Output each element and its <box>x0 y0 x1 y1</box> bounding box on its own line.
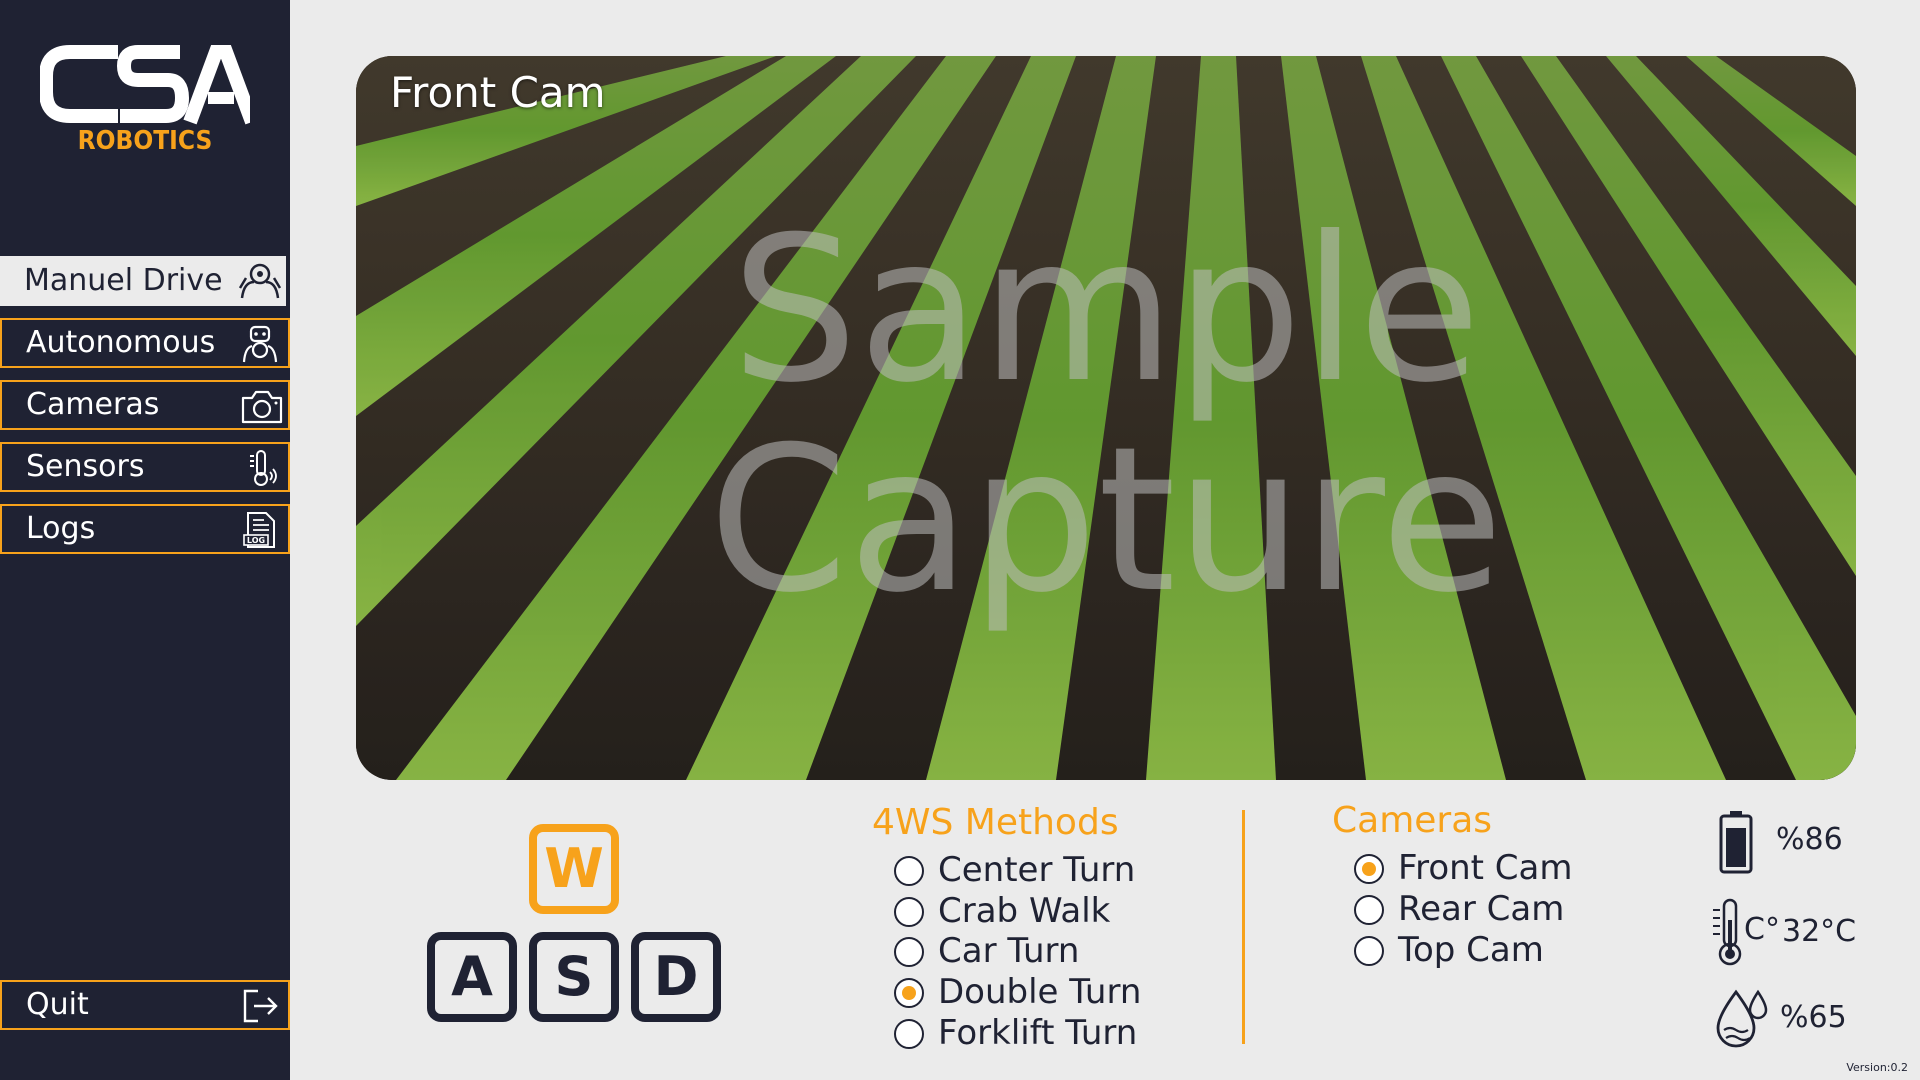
4ws-methods-title: 4WS Methods <box>872 802 1119 843</box>
camera-icon <box>240 386 283 426</box>
sidebar-item-cameras[interactable]: Cameras <box>0 380 290 430</box>
radio-label: Crab Walk <box>938 891 1111 931</box>
cameras-title: Cameras <box>1332 800 1493 841</box>
logo-mark <box>39 45 259 125</box>
robot-driver-icon <box>240 324 280 364</box>
camera-title: Front Cam <box>390 68 606 117</box>
quit-label: Quit <box>26 987 89 1022</box>
log-file-icon: LOG <box>240 510 280 550</box>
sidebar: ROBOTICS Manuel Drive Autonomous Cameras <box>0 0 290 1080</box>
radio-button[interactable] <box>1354 936 1384 966</box>
radio-button[interactable] <box>894 1019 924 1049</box>
watermark-line-1: Sample <box>731 194 1481 427</box>
humidity-icon <box>1712 988 1774 1048</box>
sidebar-item-logs[interactable]: Logs LOG <box>0 504 290 554</box>
radio-button-selected[interactable] <box>894 978 924 1008</box>
radio-label: Rear Cam <box>1398 889 1565 929</box>
sidebar-item-label: Sensors <box>26 449 145 484</box>
sidebar-item-label: Manuel Drive <box>24 263 223 298</box>
quit-button[interactable]: Quit <box>0 980 290 1030</box>
radio-label: Top Cam <box>1398 930 1544 970</box>
radio-label: Double Turn <box>938 972 1142 1012</box>
key-a[interactable]: A <box>427 932 517 1022</box>
sidebar-item-label: Cameras <box>26 387 160 422</box>
steering-wheel-icon <box>238 260 282 300</box>
sidebar-item-label: Autonomous <box>26 325 216 360</box>
camera-feed: Front Cam Sample Capture <box>356 56 1856 780</box>
humidity-value: %65 <box>1780 1000 1847 1035</box>
sidebar-item-label: Logs <box>26 511 96 546</box>
radio-label: Forklift Turn <box>938 1013 1138 1053</box>
sidebar-item-autonomous[interactable]: Autonomous <box>0 318 290 368</box>
temperature-value: 32°C <box>1782 914 1857 949</box>
key-w[interactable]: W <box>529 824 619 914</box>
radio-button[interactable] <box>1354 895 1384 925</box>
svg-text:LOG: LOG <box>247 536 265 545</box>
battery-value: %86 <box>1776 822 1843 857</box>
battery-icon <box>1718 810 1754 874</box>
thermometer-icon <box>240 448 280 488</box>
radio-label: Car Turn <box>938 931 1080 971</box>
radio-button-selected[interactable] <box>1354 854 1384 884</box>
key-s[interactable]: S <box>529 932 619 1022</box>
section-divider <box>1242 810 1245 1044</box>
logo-subtitle: ROBOTICS <box>77 126 213 156</box>
temperature-unit-icon: C° <box>1744 912 1780 947</box>
sidebar-item-manuel-drive[interactable]: Manuel Drive <box>0 256 286 306</box>
radio-label: Center Turn <box>938 850 1136 890</box>
version-label: Version:0.2 <box>1846 1061 1908 1074</box>
key-d[interactable]: D <box>631 932 721 1022</box>
radio-label: Front Cam <box>1398 848 1573 888</box>
radio-button[interactable] <box>894 937 924 967</box>
watermark-line-2: Capture <box>708 404 1504 637</box>
wasd-keys: W A S D <box>425 820 725 1030</box>
radio-button[interactable] <box>894 856 924 886</box>
csa-robotics-logo: ROBOTICS <box>39 42 259 162</box>
logout-icon <box>240 986 280 1026</box>
sample-capture-watermark: Sample Capture <box>356 206 1856 626</box>
sidebar-item-sensors[interactable]: Sensors <box>0 442 290 492</box>
radio-button[interactable] <box>894 897 924 927</box>
